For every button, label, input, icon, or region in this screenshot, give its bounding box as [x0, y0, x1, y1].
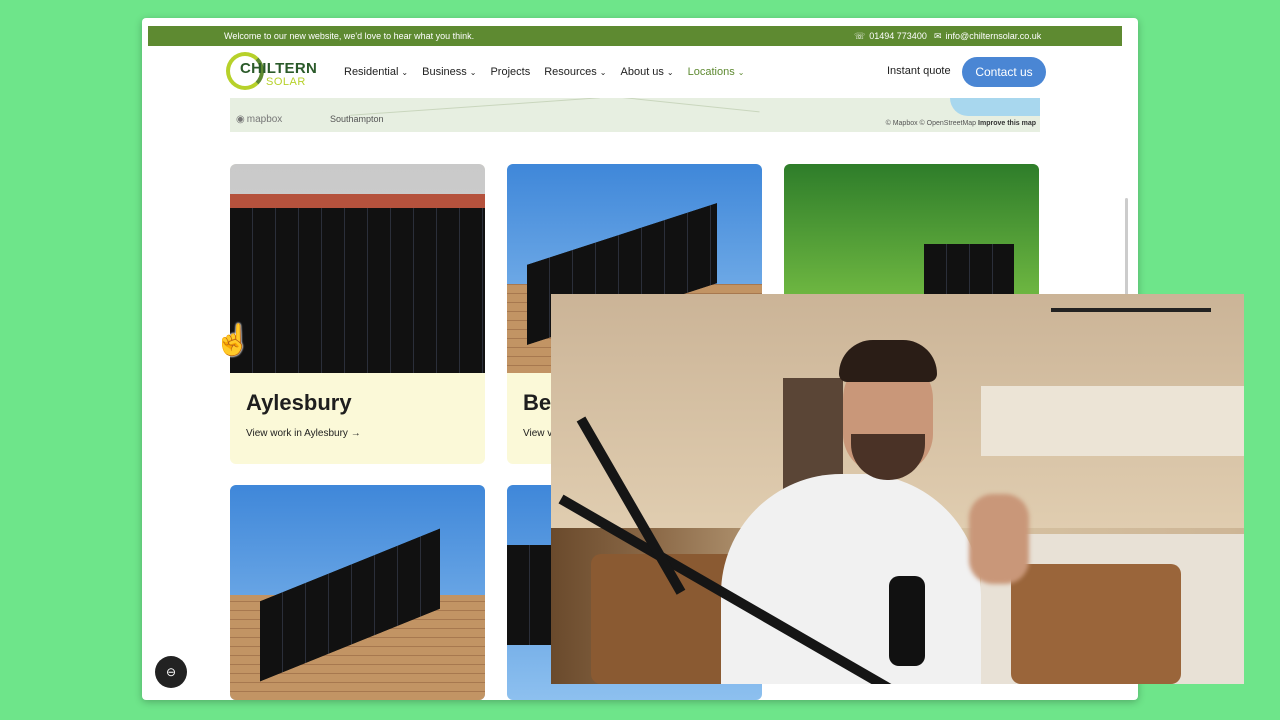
site-logo[interactable]: CHILTERN SOLAR [226, 50, 317, 94]
hand-cursor-icon: ☝ [214, 324, 252, 357]
locations-map[interactable]: ◉ mapbox Southampton © Mapbox © OpenStree… [230, 98, 1040, 132]
nav-label: About us [620, 66, 664, 78]
location-card-row2-1[interactable] [230, 485, 485, 700]
card-link-text: View work in Aylesbury [246, 428, 348, 439]
video-track-light [1051, 308, 1211, 312]
chevron-down-icon: ⌄ [666, 67, 674, 77]
location-card-aylesbury[interactable]: Aylesbury View work in Aylesbury → [230, 164, 485, 464]
nav-label: Business [422, 66, 467, 78]
card-image [230, 164, 485, 373]
solar-panels [924, 244, 1014, 294]
nav-item-projects[interactable]: Projects [490, 66, 530, 78]
map-city-label: Southampton [330, 114, 384, 124]
map-road [350, 98, 600, 116]
nav-item-resources[interactable]: Resources ⌄ [544, 66, 606, 78]
email-link[interactable]: ✉ info@chilternsolar.co.uk [934, 31, 1041, 42]
mapbox-icon: ◉ [236, 114, 245, 125]
chat-icon[interactable]: ⊖ [155, 656, 187, 688]
announcement-bar: Welcome to our new website, we'd love to… [148, 26, 1122, 46]
card-link[interactable]: View work in Aylesbury → [246, 428, 361, 439]
mapbox-label: mapbox [246, 114, 283, 125]
chevron-down-icon: ⌄ [599, 67, 607, 77]
nav-item-about[interactable]: About us ⌄ [621, 66, 674, 78]
video-person-hair [839, 340, 937, 382]
main-navigation: CHILTERN SOLAR Residential ⌄ Business ⌄ Pr… [142, 46, 1138, 98]
mail-icon: ✉ [934, 30, 942, 41]
map-attribution: © Mapbox © OpenStreetMap Improve this ma… [886, 120, 1036, 127]
email-address: info@chilternsolar.co.uk [945, 31, 1042, 41]
nav-item-business[interactable]: Business ⌄ [422, 66, 476, 78]
nav-menu: Residential ⌄ Business ⌄ Projects Resource… [344, 46, 758, 98]
card-title: Be [523, 390, 552, 415]
welcome-text: Welcome to our new website, we'd love to… [224, 31, 475, 41]
webcam-overlay [551, 294, 1244, 684]
map-water [950, 98, 1040, 116]
phone-link[interactable]: ☏ 01494 773400 [854, 31, 927, 42]
solar-panels [230, 208, 485, 373]
mapbox-logo: ◉ mapbox [236, 114, 282, 125]
card-image [230, 485, 485, 700]
nav-label: Locations [687, 66, 735, 78]
phone-icon: ☏ [854, 30, 866, 41]
logo-text-solar: SOLAR [266, 76, 306, 88]
chevron-down-icon: ⌄ [737, 67, 745, 77]
video-chair-right [1011, 564, 1181, 684]
card-link[interactable]: View v [523, 428, 552, 439]
video-person-hand [969, 494, 1029, 584]
improve-map-link[interactable]: Improve this map [978, 120, 1036, 127]
video-person-torso [721, 474, 981, 684]
nav-item-residential[interactable]: Residential ⌄ [344, 66, 408, 78]
attribution-text: © Mapbox © OpenStreetMap [885, 120, 977, 127]
logo-text-chiltern: CHILTERN [240, 60, 318, 77]
video-cabinets [981, 386, 1244, 456]
nav-label: Projects [490, 66, 531, 78]
contact-us-button[interactable]: Contact us [962, 57, 1046, 87]
roof-ridge [230, 194, 485, 208]
nav-item-locations[interactable]: Locations ⌄ [688, 66, 745, 78]
nav-label: Resources [544, 66, 597, 78]
map-road [580, 98, 760, 113]
instant-quote-link[interactable]: Instant quote [887, 65, 951, 77]
card-title: Aylesbury [246, 390, 352, 415]
chevron-down-icon: ⌄ [401, 67, 409, 77]
nav-label: Residential [344, 66, 399, 78]
phone-number: 01494 773400 [869, 31, 927, 41]
arrow-right-icon: → [350, 428, 361, 439]
chevron-down-icon: ⌄ [469, 67, 477, 77]
video-microphone [889, 576, 925, 666]
